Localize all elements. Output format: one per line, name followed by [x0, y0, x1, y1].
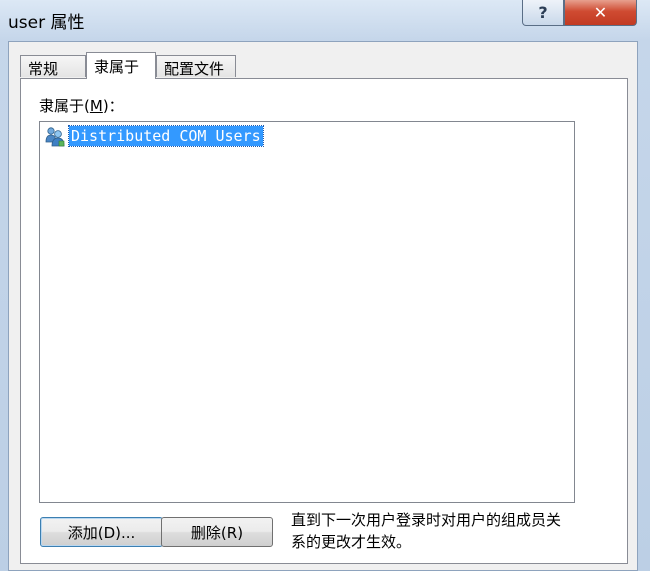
- group-name: Distributed COM Users: [68, 125, 264, 147]
- member-of-label-prefix: 隶属于(: [39, 97, 90, 115]
- group-icon: [45, 127, 65, 147]
- tab-general[interactable]: 常规: [20, 55, 86, 78]
- close-button[interactable]: ✕: [564, 0, 637, 26]
- member-of-label: 隶属于(M)：: [39, 95, 124, 116]
- info-note: 直到下一次用户登录时对用户的组成员关系的更改才生效。: [291, 511, 562, 551]
- help-button[interactable]: ?: [522, 0, 564, 26]
- dialog-client-area: 常规 隶属于 配置文件 隶属于(M)： Distributed COM User…: [8, 41, 638, 571]
- member-of-list[interactable]: Distributed COM Users: [39, 121, 575, 503]
- member-of-panel: 隶属于(M)： Distributed COM Users 添加(D)... 删…: [20, 78, 628, 564]
- window-title: user 属性: [8, 13, 85, 33]
- tab-member-of[interactable]: 隶属于: [86, 52, 156, 79]
- tab-profile[interactable]: 配置文件: [156, 55, 236, 78]
- properties-dialog: user 属性 ? ✕ 常规 隶属于 配置文件 隶属于(M)： Distribu…: [0, 0, 650, 571]
- remove-button[interactable]: 删除(R): [161, 517, 273, 547]
- member-of-label-suffix: )：: [102, 97, 124, 115]
- list-item[interactable]: Distributed COM Users: [44, 124, 264, 148]
- add-button[interactable]: 添加(D)...: [40, 517, 163, 547]
- member-of-label-hotkey: M: [89, 97, 103, 115]
